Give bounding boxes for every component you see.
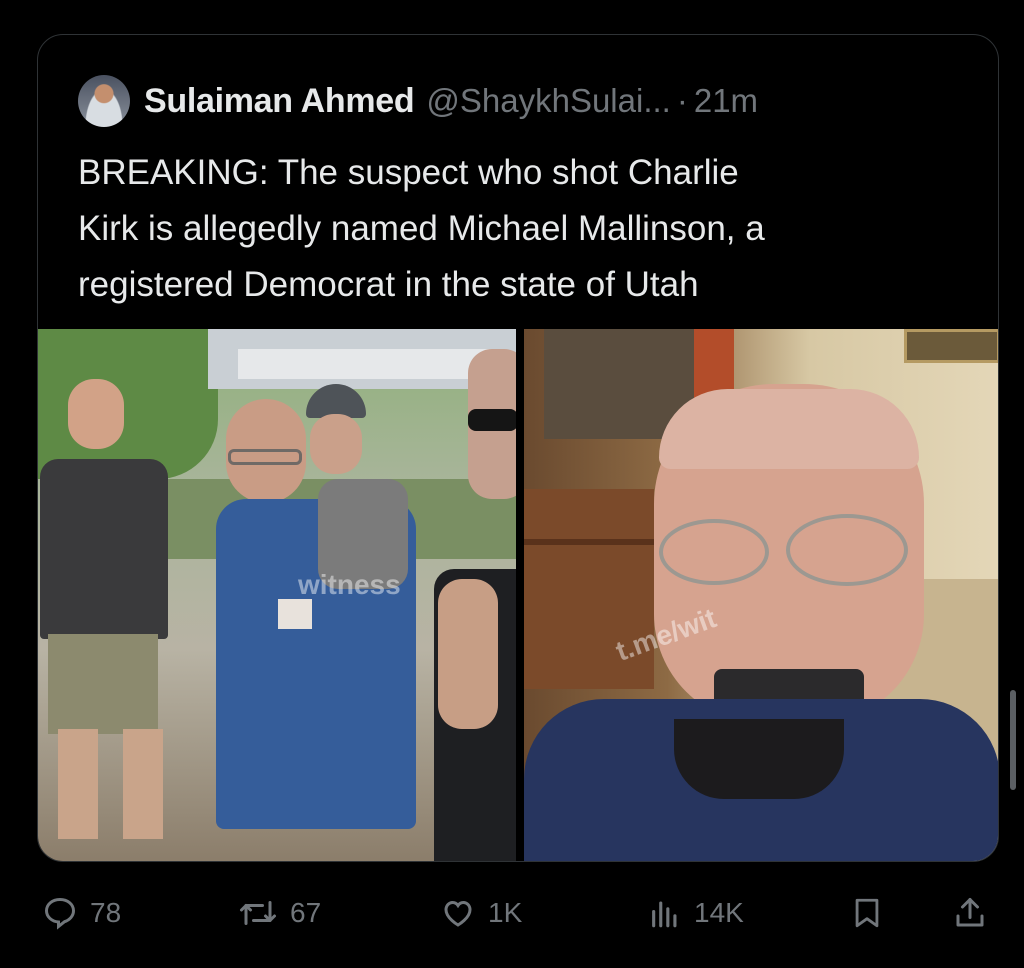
image-watermark-left: witness (298, 569, 401, 600)
media-grid: witness t.me/wit (38, 329, 998, 861)
media-image-left[interactable]: witness (38, 329, 516, 861)
view-count: 14K (694, 897, 744, 928)
reply-button[interactable]: 78 (42, 880, 121, 946)
bookmark-button[interactable] (850, 880, 884, 946)
tweet-actions-bar: 78 67 1K 14K (0, 880, 1024, 946)
repost-button[interactable]: 67 (238, 880, 321, 946)
bookmark-icon (855, 898, 879, 928)
post-timestamp[interactable]: 21m (694, 82, 758, 120)
like-button[interactable]: 1K (440, 880, 522, 946)
reply-icon (44, 897, 76, 930)
views-button[interactable]: 14K (648, 880, 744, 946)
reply-count: 78 (90, 897, 122, 928)
repost-icon (240, 901, 276, 925)
media-image-right[interactable]: t.me/wit (524, 329, 998, 861)
share-icon (956, 898, 984, 927)
author-handle[interactable]: @ShaykhSulai... (426, 82, 670, 120)
separator-dot: · (676, 82, 688, 119)
like-count: 1K (488, 897, 523, 928)
quoted-post-text: BREAKING: The suspect who shot Charlie K… (78, 153, 765, 304)
quoted-post-card[interactable]: Sulaiman Ahmed @ShaykhSulai... · 21m BRE… (37, 34, 999, 862)
avatar[interactable] (78, 75, 130, 127)
heart-icon (444, 900, 472, 927)
views-icon (652, 901, 677, 928)
quoted-post-header: Sulaiman Ahmed @ShaykhSulai... · 21m (78, 75, 758, 127)
scrollbar[interactable] (1010, 690, 1016, 790)
share-button[interactable] (952, 880, 988, 946)
author-name[interactable]: Sulaiman Ahmed (144, 82, 415, 121)
repost-count: 67 (290, 897, 322, 928)
